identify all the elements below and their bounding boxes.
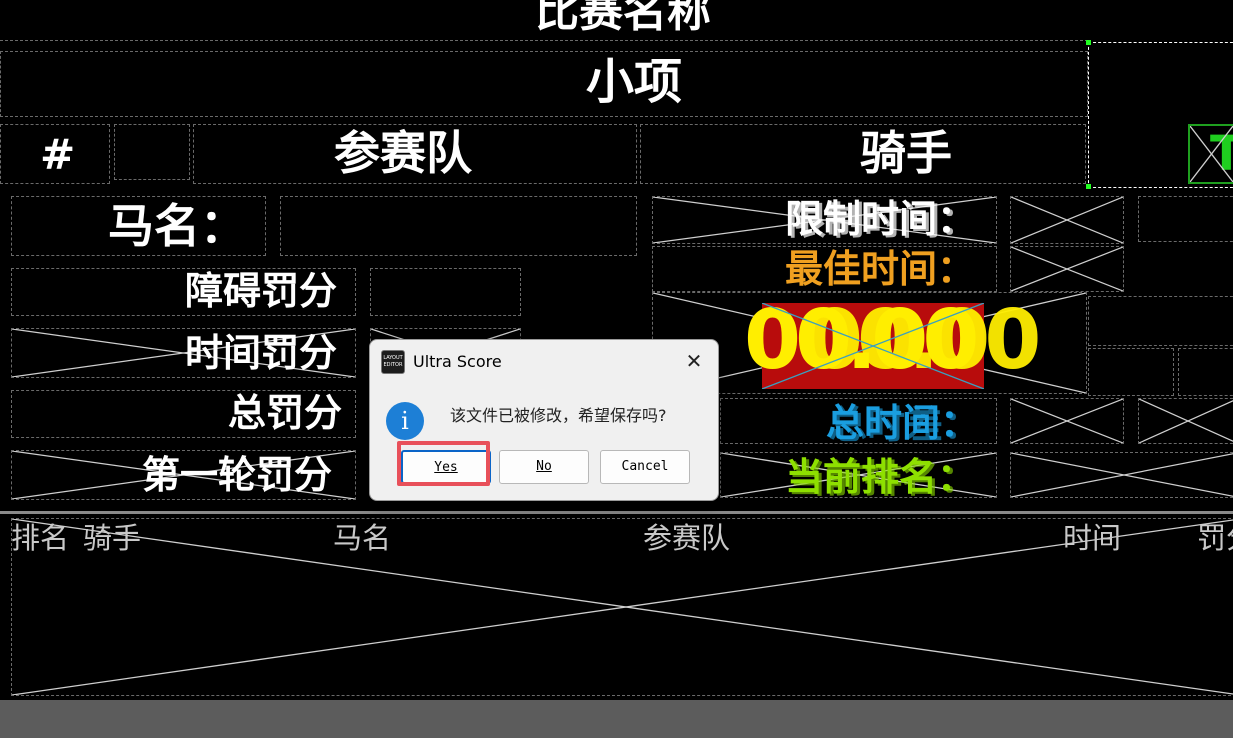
- app-icon: LAYOUT EDITOR: [381, 350, 405, 374]
- canvas-background-strip: [0, 700, 1233, 738]
- time-penalty-label[interactable]: 时间罚分: [185, 334, 337, 372]
- no-button[interactable]: No: [499, 450, 589, 484]
- close-icon[interactable]: ✕: [680, 348, 708, 374]
- section-divider: [0, 511, 1233, 514]
- results-header-penalty[interactable]: 罚分: [1197, 524, 1233, 553]
- right-panel-box-small[interactable]: [1088, 348, 1174, 396]
- results-header-team[interactable]: 参赛队: [643, 524, 730, 553]
- sub-event-box[interactable]: [0, 51, 1088, 117]
- allowed-time-label-overlap[interactable]: 限制时间：: [788, 202, 978, 240]
- resize-handle[interactable]: [1086, 40, 1091, 45]
- total-time-value-box[interactable]: [1010, 398, 1124, 444]
- total-time-extra-box[interactable]: [1138, 398, 1233, 444]
- obstacle-penalty-label[interactable]: 障碍罚分: [185, 272, 337, 310]
- info-icon: i: [386, 402, 424, 440]
- sub-event-title[interactable]: 小项: [586, 58, 682, 106]
- current-rank-value-box[interactable]: [1010, 452, 1233, 498]
- cancel-button[interactable]: Cancel: [600, 450, 690, 484]
- horse-name-value-box[interactable]: [280, 196, 637, 256]
- right-panel-box-small[interactable]: [1178, 348, 1233, 396]
- best-time-label[interactable]: 最佳时间：: [785, 250, 975, 288]
- rider-header[interactable]: 骑手: [860, 130, 952, 176]
- horse-name-label[interactable]: 马名：: [108, 203, 246, 249]
- save-changes-dialog[interactable]: LAYOUT EDITOR Ultra Score ✕ i 该文件已被修改，希望…: [369, 339, 719, 501]
- best-time-value-box[interactable]: [1010, 246, 1124, 292]
- current-rank-label-overlap[interactable]: 当前排名：: [788, 460, 978, 498]
- row-divider: [0, 40, 1088, 41]
- results-table-frame[interactable]: [11, 518, 1233, 696]
- team-header[interactable]: 参赛队: [334, 130, 472, 176]
- round1-penalty-label[interactable]: 第一轮罚分: [142, 456, 332, 494]
- t-element-cross: [1190, 126, 1233, 182]
- dialog-message: 该文件已被修改，希望保存吗?: [450, 406, 667, 425]
- results-header-horse[interactable]: 马名: [333, 524, 391, 553]
- hash-label[interactable]: #: [40, 134, 75, 176]
- right-panel-box[interactable]: [1088, 296, 1233, 346]
- resize-handle[interactable]: [1086, 184, 1091, 189]
- total-time-label-overlap[interactable]: 总时差：: [829, 406, 981, 444]
- results-header-rank[interactable]: 排名: [11, 524, 69, 553]
- event-name-title[interactable]: 比赛名称: [535, 0, 711, 34]
- right-edge-box[interactable]: [1138, 196, 1233, 242]
- dialog-title-bar[interactable]: LAYOUT EDITOR Ultra Score ✕: [370, 340, 718, 382]
- results-header-rider[interactable]: 骑手: [83, 524, 141, 553]
- dialog-title: Ultra Score: [413, 352, 502, 371]
- results-header-time[interactable]: 时间: [1063, 524, 1121, 553]
- yes-button[interactable]: Yes: [401, 450, 491, 484]
- total-penalty-label[interactable]: 总罚分: [228, 394, 342, 432]
- allowed-time-value-box[interactable]: [1010, 196, 1124, 244]
- timer-cross: [762, 303, 984, 389]
- obstacle-penalty-value-box[interactable]: [370, 268, 521, 316]
- flag-box[interactable]: [114, 124, 190, 180]
